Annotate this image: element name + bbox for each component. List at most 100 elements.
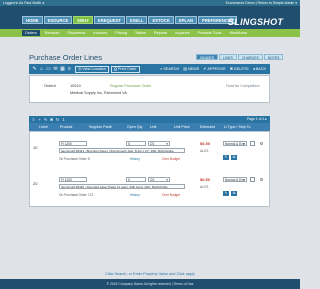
order-type-status: Regular Purchase Order [110, 84, 152, 88]
grid-icon[interactable]: ▦ [59, 66, 66, 73]
nav-ebuy[interactable]: EBUY [73, 16, 93, 24]
col-unit: Unit [150, 125, 157, 129]
admin-return-link[interactable]: Ecommerce Demo | Return to Simple Admin … [226, 1, 297, 5]
subnav-pricing[interactable]: Pricing [112, 30, 130, 36]
attach-icon[interactable]: ⌂ [38, 66, 45, 73]
search-button[interactable]: ⌕ SEARCH [158, 66, 181, 73]
refresh-icon[interactable]: ↻ [55, 117, 60, 122]
tab-charges[interactable]: CHARGES [237, 54, 263, 60]
subnav-inquiries[interactable]: Inquiries [172, 30, 192, 36]
col-line: Line# [39, 125, 48, 129]
order-line: 20 FI 1200 5 CS $6.50 Normal & Exp Item/… [30, 172, 271, 204]
quantity-input[interactable]: 5 [126, 177, 146, 182]
history-link[interactable]: History [130, 157, 140, 161]
line-description[interactable]: Item/sms# 98420 - Recycled Laser Paper 1… [59, 184, 185, 189]
line-radio[interactable] [260, 178, 263, 181]
unit-value: CS [150, 178, 155, 182]
subnav-portable-tools[interactable]: Portable Tools [195, 30, 225, 36]
edit-icon[interactable]: ✎ [223, 155, 229, 160]
line-number: 20 [33, 181, 38, 186]
product-input[interactable]: FI 1200 [59, 141, 87, 146]
approve-label: APPROVE [207, 66, 226, 71]
col-unit-price: Unit Price [174, 125, 190, 129]
order-number: 10019 [70, 84, 81, 88]
on-purchase-order-label: On Purchase Order [59, 157, 87, 161]
line-checkbox[interactable] [250, 141, 255, 146]
add-line-icon[interactable]: + [37, 117, 42, 122]
copy-icon[interactable]: ⧉ [231, 155, 237, 160]
order-qty: 5 [88, 157, 90, 161]
view-location-button[interactable]: ◎ View Location [75, 65, 109, 73]
product-input[interactable]: FI 1200 [59, 177, 87, 182]
print-order-button[interactable]: ⎙ Print Order [110, 65, 140, 73]
view-location-label: View Location [82, 66, 106, 71]
order-toolbar: ✎ ⌂ ▭ ✉ ▦ ≡ ◎ View Location ⎙ Print Order … [29, 64, 270, 74]
col-extended: Extended [200, 125, 216, 129]
pin-icon[interactable]: ✎ [31, 66, 38, 73]
vendor-name: Medical Supply Inc, Richmond VA [70, 91, 127, 95]
tab-lines[interactable]: LINES [219, 54, 237, 60]
line-checkbox[interactable] [250, 177, 255, 182]
export-icon[interactable]: ⇩ [61, 117, 66, 122]
unit-select[interactable]: CS [148, 141, 170, 146]
subnav-invoices[interactable]: Invoices [90, 30, 110, 36]
extended-price: $6.50 [200, 141, 211, 146]
hold-status: Hold for Completion [226, 84, 260, 88]
copy-icon[interactable]: ▭ [45, 66, 52, 73]
list-icon[interactable]: ≡ [66, 66, 73, 73]
delete-label: DELETE [233, 66, 249, 71]
quantity-input[interactable]: 5 [126, 141, 146, 146]
logged-in-user: Logged in As Paul Smith ● [3, 1, 45, 5]
approve-button[interactable]: ✔ APPROVE [201, 66, 228, 73]
subnav-shipments[interactable]: Shipments [64, 30, 88, 36]
sub-nav: Orders Receipts Shipments Invoices Prici… [0, 29, 300, 37]
delete-line-icon[interactable]: ✖ [49, 117, 54, 122]
line-type-select[interactable]: Normal & Exp [223, 177, 247, 182]
back-arrow-icon: ◂ [252, 66, 255, 71]
nav-erequest[interactable]: EREQUEST [93, 16, 125, 24]
copy-icon[interactable]: ⧉ [231, 191, 237, 196]
line-description[interactable]: Item/sms# 98421 - Brochure Paper, Ultra … [59, 148, 185, 153]
over-budget-flag: Over Budget [162, 157, 180, 161]
print-icon: ⎙ [113, 66, 117, 71]
subnav-receipts[interactable]: Receipts [42, 30, 63, 36]
footer: © 2024 Company Name All rights reserved … [0, 279, 300, 289]
edit-line-icon[interactable]: ✎ [43, 117, 48, 122]
subnav-orders[interactable]: Orders [22, 30, 40, 36]
line-radio[interactable] [260, 142, 263, 145]
trash-icon: ✖ [229, 66, 233, 71]
section-tabs: HEADER LINES CHARGES NOTES [196, 54, 284, 60]
menu-icon[interactable]: ≡ [31, 117, 36, 122]
nav-home[interactable]: HOME [22, 16, 43, 24]
over-budget-flag: Over Budget [162, 193, 180, 197]
order-line: 10 FI 1200 5 CS $6.50 Normal & Exp Item/… [30, 136, 271, 168]
nav-esell[interactable]: ESELL [125, 16, 148, 24]
col-product: Product [60, 125, 73, 129]
order-qty: 172 [88, 193, 94, 197]
line-type-select[interactable]: Normal & Exp [223, 141, 247, 146]
news-icon: ▤ [183, 66, 187, 71]
subnav-tables[interactable]: Tables [132, 30, 149, 36]
back-label: BACK [255, 66, 266, 71]
pager[interactable]: Page 1 of 1 ▸ [247, 117, 267, 121]
account-code: ALCS [200, 185, 209, 189]
tab-header[interactable]: HEADER [196, 54, 219, 60]
check-icon: ✔ [203, 66, 207, 71]
print-order-label: Print Order [117, 66, 137, 71]
col-open-qty: Open Qty [127, 125, 143, 129]
edit-icon[interactable]: ✎ [223, 191, 229, 196]
nav-eplan[interactable]: EPLAN [174, 16, 198, 24]
subnav-workflows[interactable]: Workflows [227, 30, 250, 36]
mail-icon[interactable]: ✉ [52, 66, 59, 73]
history-link[interactable]: History [130, 193, 140, 197]
unit-select[interactable]: CS [148, 177, 170, 182]
nav-esource[interactable]: ESOURCE [43, 16, 73, 24]
subnav-reports[interactable]: Reports [151, 30, 170, 36]
nav-estock[interactable]: ESTOCK [148, 16, 174, 24]
news-button[interactable]: ▤ NEWS [181, 66, 201, 73]
back-button[interactable]: ◂ BACK [251, 66, 268, 73]
tab-notes[interactable]: NOTES [263, 54, 284, 60]
search-label: SEARCH [163, 66, 180, 71]
line-type-value: Normal & Exp [225, 142, 245, 146]
delete-button[interactable]: ✖ DELETE [228, 66, 251, 73]
